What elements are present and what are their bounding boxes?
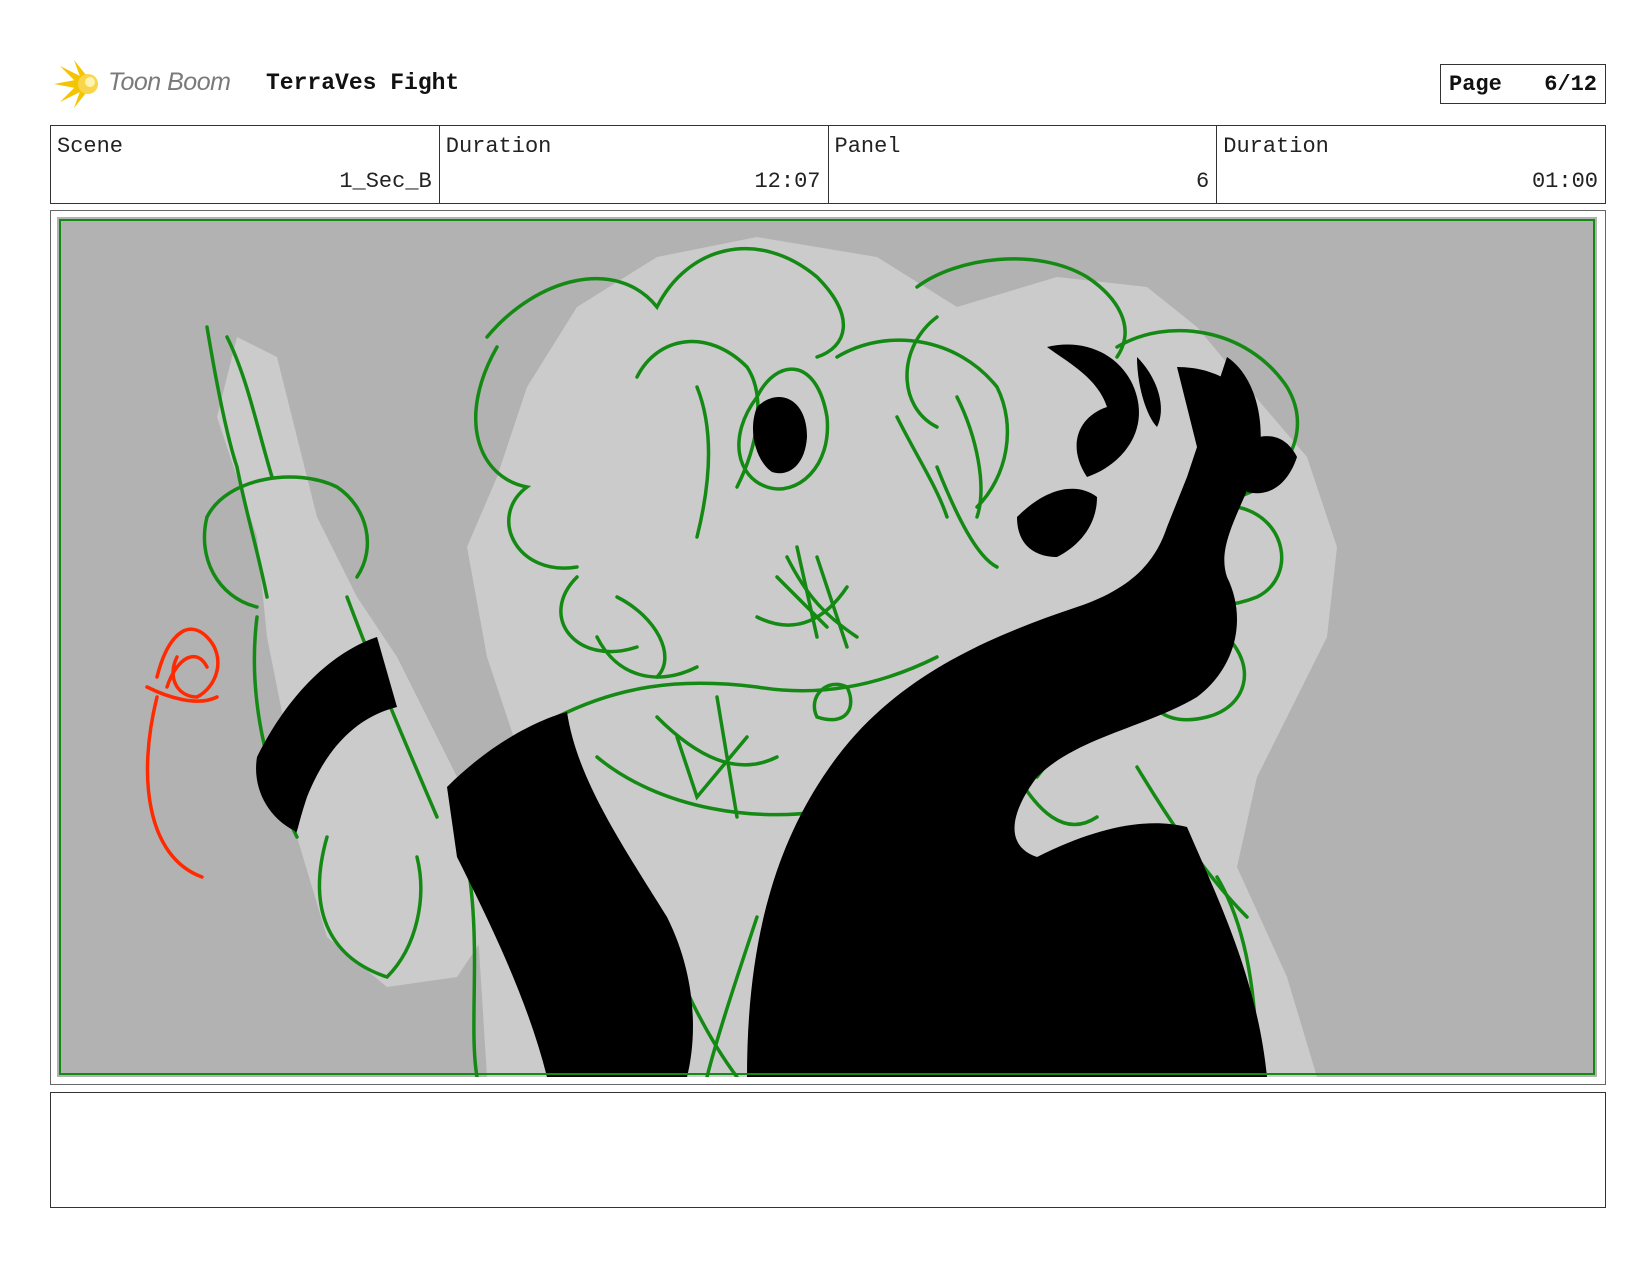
page-indicator: Page 6/12 [1440,64,1606,104]
project-title: TerraVes Fight [266,70,460,96]
panel-notes-box [50,1092,1606,1208]
scene-cell: Scene 1_Sec_B [51,126,440,203]
panel-label: Panel [834,134,901,159]
page-number: 6/12 [1544,71,1597,97]
toon-boom-starburst-icon [54,60,98,108]
panel-duration-label: Duration [1223,134,1329,159]
panel-duration-cell: Duration 01:00 [1217,126,1605,203]
logo-text: Toon Boom [108,68,231,96]
page-header: Toon Boom TerraVes Fight Page 6/12 [52,58,1606,110]
panel-value: 6 [1196,169,1210,194]
toon-boom-logo: Toon Boom [52,58,252,110]
scene-duration-label: Duration [445,134,552,159]
scene-value: 1_Sec_B [339,169,432,194]
panel-duration-value: 01:00 [1531,169,1598,194]
panel-cell: Panel 6 [829,126,1218,203]
scene-duration-cell: Duration 12:07 [440,126,829,203]
scene-info-table: Scene 1_Sec_B Duration 12:07 Panel 6 Dur… [50,125,1606,204]
scene-duration-value: 12:07 [754,169,821,194]
scene-label: Scene [57,134,124,159]
page-label: Page [1449,71,1502,97]
storyboard-panel-frame [50,210,1606,1085]
storyboard-panel-image [57,217,1597,1077]
